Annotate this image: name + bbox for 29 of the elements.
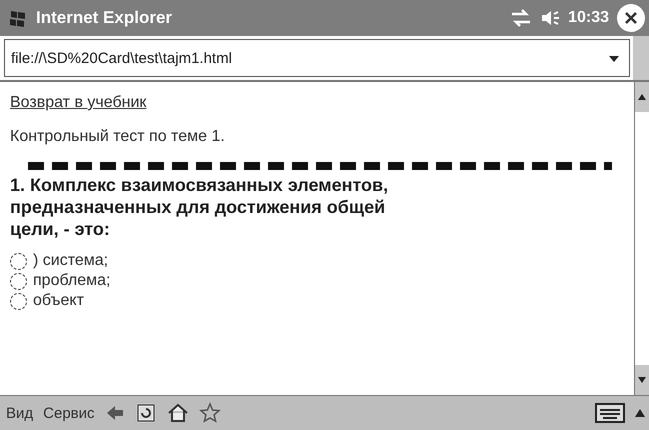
radio-button[interactable] — [10, 272, 27, 290]
address-field[interactable]: file://\SD%20Card\test\tajm1.html — [4, 39, 630, 77]
option-label: ) система; — [33, 252, 108, 270]
menu-item[interactable]: Сервис — [43, 404, 95, 422]
radio-button[interactable] — [10, 292, 27, 310]
close-icon — [623, 10, 639, 26]
dropdown-icon[interactable] — [608, 55, 620, 63]
clock[interactable]: 10:33 — [568, 9, 609, 27]
up-arrow-icon[interactable] — [638, 94, 646, 100]
back-icon[interactable] — [104, 404, 125, 422]
refresh-icon[interactable] — [134, 402, 157, 424]
close-button[interactable] — [617, 4, 645, 32]
keyboard-icon[interactable] — [595, 403, 625, 423]
flag-icon[interactable] — [8, 8, 28, 28]
scrollbar[interactable] — [634, 82, 649, 395]
connectivity-icon[interactable] — [510, 9, 532, 27]
option-label: объект — [33, 292, 84, 310]
option-label: проблема; — [33, 272, 110, 290]
home-icon[interactable] — [166, 402, 189, 424]
question-text: 1. Комплекс взаимосвязанных элементов, предназначенных для достижения общей цели, - это: — [10, 174, 390, 240]
up-arrow-icon[interactable] — [635, 409, 645, 417]
menu-item[interactable]: Вид — [6, 404, 34, 422]
test-subtitle: Контрольный тест по теме 1. — [10, 128, 226, 146]
star-icon[interactable] — [198, 402, 221, 424]
speaker-icon[interactable] — [540, 9, 560, 27]
back-link[interactable]: Возврат в учебник — [10, 94, 146, 112]
window-title: Internet Explorer — [36, 8, 174, 28]
radio-button[interactable] — [10, 252, 27, 270]
down-arrow-icon[interactable] — [638, 377, 646, 383]
